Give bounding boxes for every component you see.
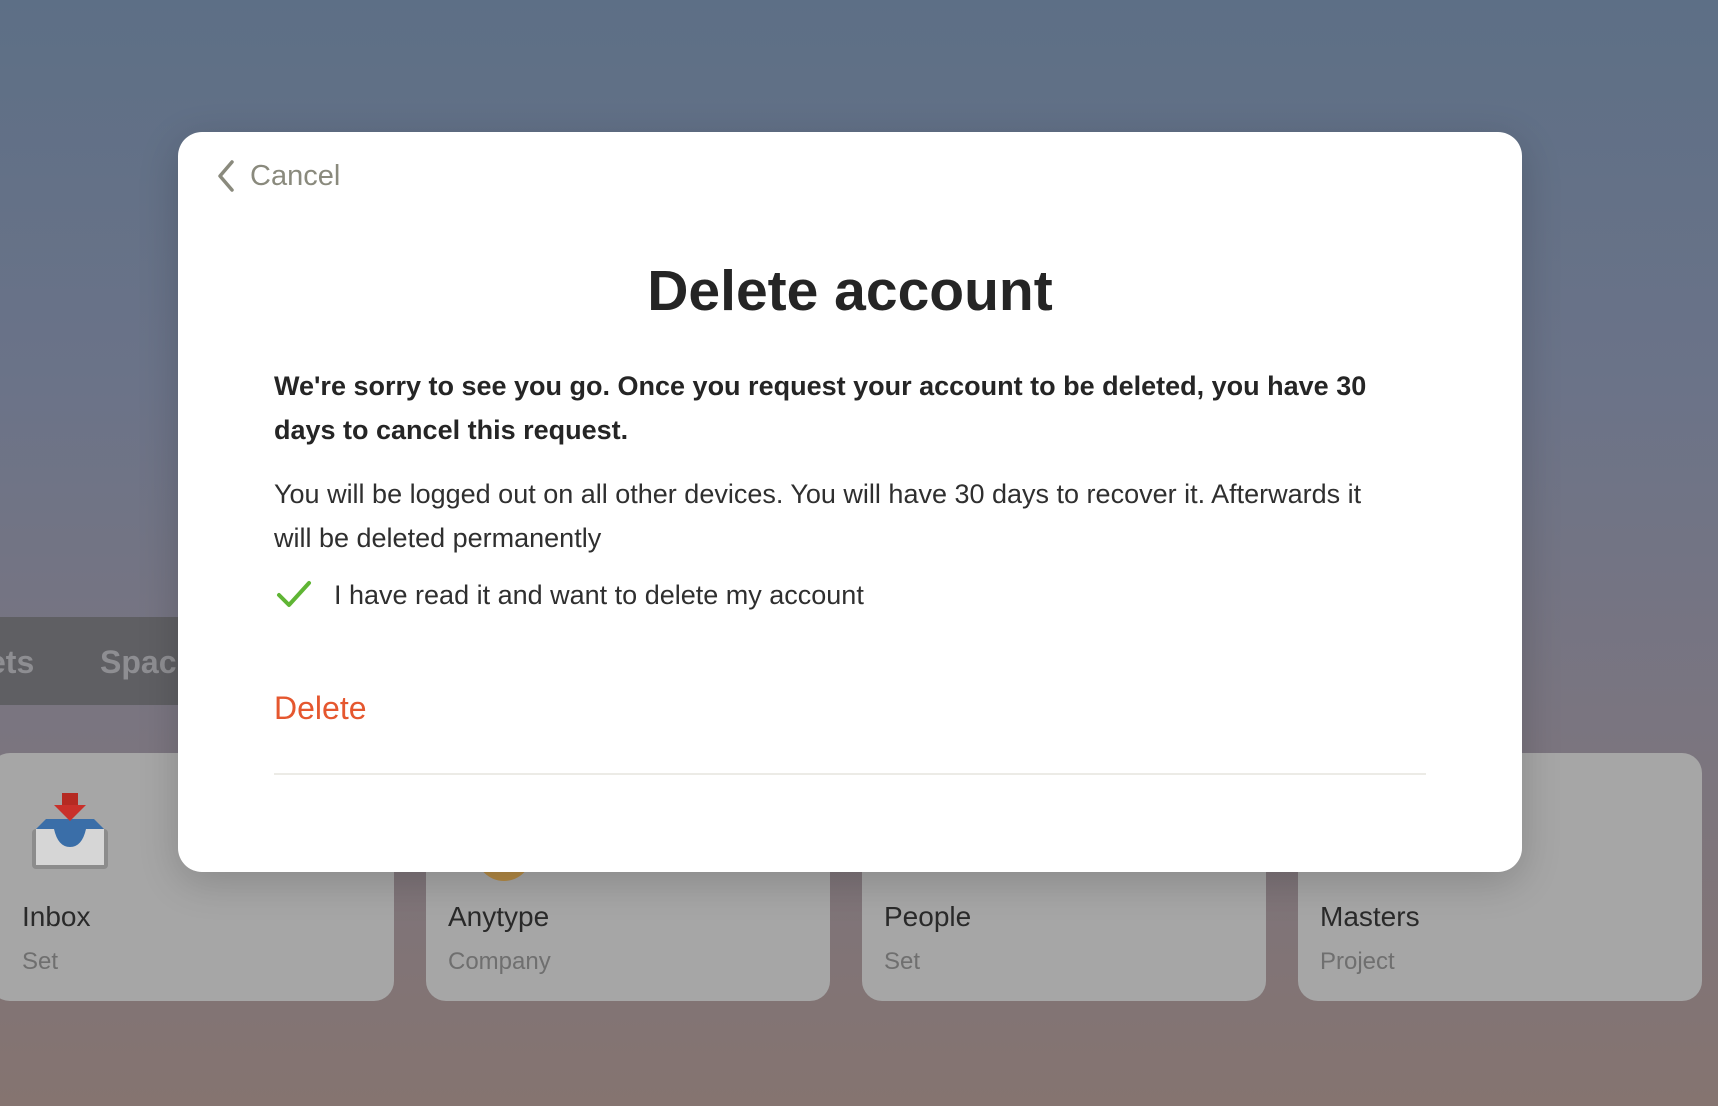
delete-account-dialog: Cancel Delete account We're sorry to see… [178, 132, 1522, 872]
lead-text: We're sorry to see you go. Once you requ… [274, 371, 1367, 445]
cancel-label: Cancel [250, 159, 341, 192]
card-title: Anytype [448, 901, 550, 932]
card-subtitle: Project [1320, 948, 1395, 975]
card-title: Inbox [22, 901, 91, 932]
description-text: You will be logged out on all other devi… [274, 479, 1362, 553]
divider [274, 773, 1426, 775]
inbox-tray-icon [32, 793, 108, 869]
confirm-label: I have read it and want to delete my acc… [334, 579, 864, 610]
tab-sets: ets [0, 644, 35, 680]
tab-spaces: Spac [100, 644, 177, 680]
card-title: Masters [1320, 901, 1420, 932]
delete-button[interactable]: Delete [274, 690, 367, 727]
chevron-left-icon [218, 160, 234, 192]
checkmark-icon [277, 581, 311, 607]
dialog-title: Delete account [647, 259, 1053, 323]
card-subtitle: Set [22, 948, 59, 975]
card-subtitle: Set [884, 948, 921, 975]
card-subtitle: Company [448, 948, 551, 975]
confirm-checkbox[interactable]: I have read it and want to delete my acc… [274, 578, 864, 612]
cancel-button[interactable]: Cancel [212, 154, 340, 198]
card-title: People [884, 901, 972, 932]
